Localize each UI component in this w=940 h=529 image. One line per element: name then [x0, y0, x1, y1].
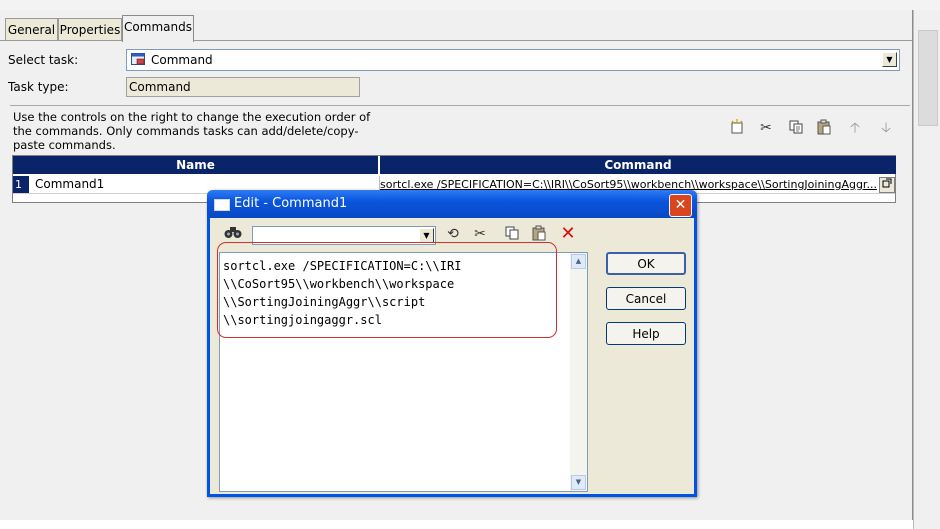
paste-icon[interactable] — [530, 225, 548, 243]
edit-dialog: Edit - Command1 ✕ ▼ ⟲ ✂ ✕ sortcl.exe /SP… — [207, 190, 697, 497]
chevron-down-icon[interactable]: ▼ — [882, 52, 897, 67]
task-type-field: Command — [126, 77, 360, 97]
dialog-body: ▼ ⟲ ✂ ✕ sortcl.exe /SPECIFICATION=C:\\IR… — [210, 218, 694, 494]
move-up-icon[interactable]: 🡡 — [846, 119, 864, 137]
tab-properties[interactable]: Properties — [58, 18, 122, 41]
undo-icon[interactable]: ⟲ — [444, 225, 462, 243]
select-task-label: Select task: — [8, 53, 79, 67]
scroll-up-icon[interactable]: ▲ — [571, 254, 586, 269]
help-button[interactable]: Help — [606, 322, 686, 345]
tab-properties-label: Properties — [59, 23, 121, 37]
right-gutter — [913, 10, 940, 529]
close-button[interactable]: ✕ — [669, 194, 692, 217]
commands-description: Use the controls on the right to change … — [13, 110, 371, 152]
task-type-value: Command — [129, 80, 191, 94]
column-header-name[interactable]: Name — [13, 156, 378, 174]
tab-commands-label: Commands — [124, 20, 192, 34]
command-icon — [131, 53, 145, 65]
scroll-down-icon[interactable]: ▼ — [571, 475, 586, 490]
dialog-titlebar[interactable]: Edit - Command1 ✕ — [207, 190, 697, 218]
cut-icon[interactable]: ✂ — [757, 119, 775, 137]
copy-icon[interactable] — [503, 225, 521, 243]
column-header-command[interactable]: Command — [379, 156, 896, 174]
cut-icon[interactable]: ✂ — [471, 225, 489, 243]
select-task-dropdown[interactable]: Command ▼ — [126, 49, 900, 71]
dialog-title: Edit - Command1 — [234, 196, 348, 211]
cancel-button[interactable]: Cancel — [606, 287, 686, 310]
row-number[interactable]: 1 — [13, 176, 29, 193]
tab-divider-right — [193, 40, 912, 41]
gutter-strip — [918, 30, 938, 126]
copy-icon[interactable] — [787, 119, 805, 137]
highlight-annotation — [217, 242, 557, 338]
tab-general[interactable]: General — [5, 18, 58, 41]
ok-button[interactable]: OK — [606, 252, 686, 275]
task-type-label: Task type: — [8, 80, 69, 94]
chevron-down-icon[interactable]: ▼ — [419, 228, 434, 243]
vertical-scrollbar[interactable]: ▲ ▼ — [570, 253, 587, 491]
window-icon — [214, 199, 230, 211]
binoculars-icon[interactable] — [224, 225, 242, 243]
tab-general-label: General — [7, 23, 56, 37]
move-down-icon[interactable]: 🡣 — [877, 119, 895, 137]
tab-divider — [0, 40, 122, 41]
select-task-value: Command — [151, 53, 213, 67]
cell-edit-button[interactable] — [879, 177, 895, 193]
delete-icon[interactable]: ✕ — [559, 225, 577, 243]
tab-commands[interactable]: Commands — [122, 15, 194, 42]
paste-icon[interactable] — [815, 119, 833, 137]
new-icon[interactable] — [728, 119, 746, 137]
